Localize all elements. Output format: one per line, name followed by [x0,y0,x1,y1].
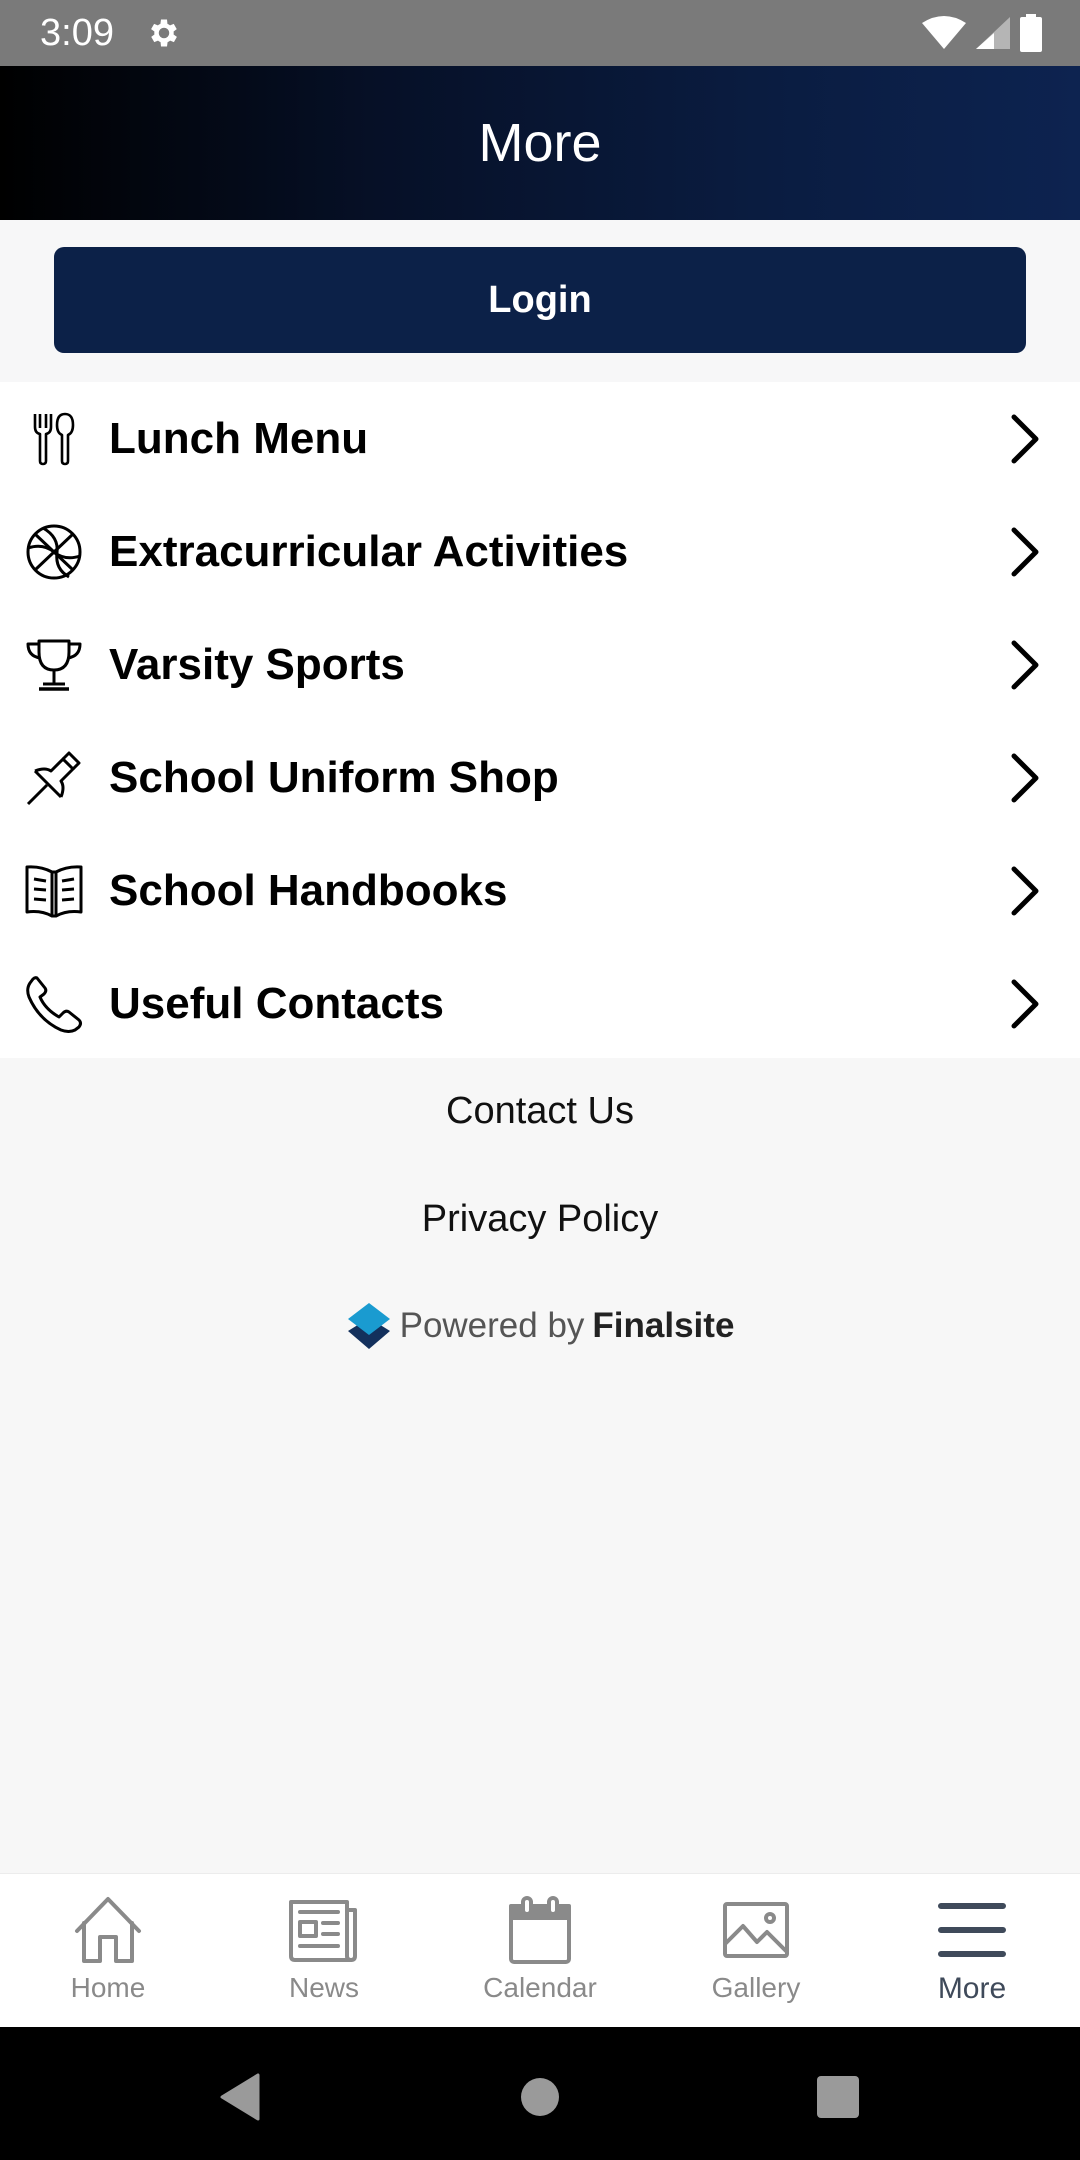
page-title: More [478,113,602,173]
status-time: 3:09 [40,12,114,54]
chevron-right-icon [1011,753,1039,802]
basketball-icon [24,522,84,582]
contact-us-link[interactable]: Contact Us [0,1090,1080,1133]
nav-item-home[interactable]: Home [0,1874,216,2027]
fork-spoon-icon [24,409,84,469]
menu-item-label: School Handbooks [109,865,508,915]
menu-item-label: Extracurricular Activities [109,526,629,576]
login-area: Login [0,220,1080,382]
menu-item-school-uniform-shop[interactable]: School Uniform Shop [0,721,1080,834]
wifi-icon [922,16,966,49]
menu-item-label: Varsity Sports [109,639,405,689]
menu-item-extracurricular-activities[interactable]: Extracurricular Activities [0,495,1080,608]
powered-by-text: Powered by [399,1306,585,1345]
open-book-icon [24,861,84,921]
system-nav-bar [0,2027,1080,2160]
menu-item-varsity-sports[interactable]: Varsity Sports [0,608,1080,721]
menu-item-school-handbooks[interactable]: School Handbooks [0,834,1080,947]
chevron-right-icon [1011,527,1039,576]
nav-label: Home [70,1972,146,2003]
chevron-right-icon [1011,640,1039,689]
nav-item-calendar[interactable]: Calendar [432,1874,648,2027]
back-triangle-icon [220,2073,260,2121]
back-button[interactable] [210,2067,270,2127]
menu-item-label: Lunch Menu [109,413,369,463]
menu-item-useful-contacts[interactable]: Useful Contacts [0,947,1080,1060]
trophy-icon [24,635,84,695]
chevron-right-icon [1011,979,1039,1028]
chevron-right-icon [1011,866,1039,915]
calendar-icon [504,1894,576,1966]
nav-label: Calendar [483,1972,597,2003]
battery-icon [1020,14,1042,52]
privacy-policy-link[interactable]: Privacy Policy [0,1198,1080,1241]
nav-label: More [937,1972,1007,2005]
nav-label: News [288,1972,359,2003]
hamburger-menu-icon [936,1894,1008,1966]
menu-item-label: School Uniform Shop [109,752,559,802]
image-icon [720,1894,792,1966]
login-button[interactable]: Login [54,247,1026,353]
home-icon [72,1894,144,1966]
settings-gear-icon [151,19,177,47]
nav-item-gallery[interactable]: Gallery [648,1874,864,2027]
app-header: More [0,66,1080,220]
recents-square-icon [817,2076,859,2118]
footer: Contact Us Privacy Policy Powered by Fin… [0,1058,1080,1873]
phone-icon [24,974,84,1034]
status-bar: 3:09 [0,0,1080,66]
menu-item-label: Useful Contacts [109,978,444,1028]
recents-button[interactable] [808,2067,868,2127]
cellular-signal-icon [976,17,1010,49]
bottom-nav: Home News Calendar Gallery More [0,1873,1080,2027]
finalsite-brand: Finalsite [592,1306,735,1345]
pushpin-icon [24,748,84,808]
nav-item-news[interactable]: News [216,1874,432,2027]
home-button[interactable] [510,2067,570,2127]
menu-list: Lunch Menu Extracurricular Activities Va… [0,382,1080,1058]
finalsite-logo-icon [347,1303,390,1349]
powered-by-finalsite[interactable]: Powered by Finalsite [0,1298,1080,1354]
home-circle-icon [521,2078,559,2116]
nav-item-more[interactable]: More [864,1874,1080,2027]
chevron-right-icon [1011,414,1039,463]
newspaper-icon [288,1894,360,1966]
nav-label: Gallery [711,1972,801,2003]
menu-item-lunch-menu[interactable]: Lunch Menu [0,382,1080,495]
